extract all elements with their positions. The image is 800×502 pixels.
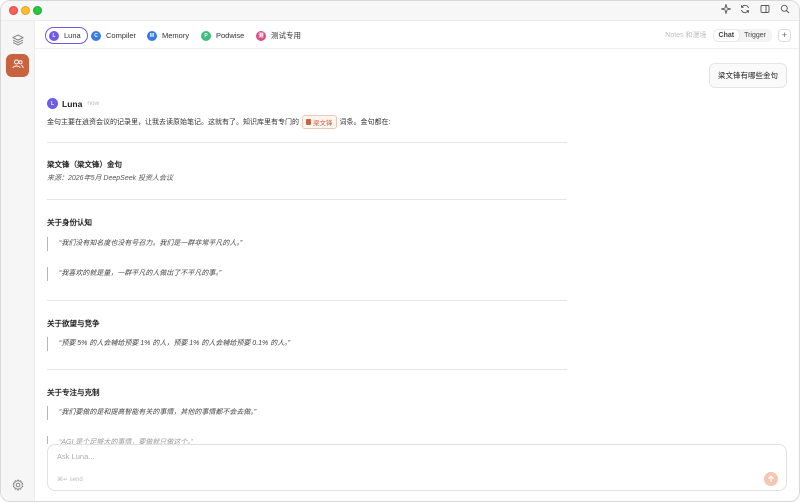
divider [47,369,567,370]
tab-label: Podwise [216,31,245,40]
quote-source: 来源：2026年5月 DeepSeek 投资人会议 [47,175,174,182]
trigger-mode-button[interactable]: Trigger [739,30,771,41]
quote-block: “我喜欢的就是量，一群平凡的人做出了不平凡的事。” [47,267,221,281]
divider [47,142,567,143]
quote-block: “我们要做的是和提高智能有关的事情，其他的事情都不会去做。” [47,406,256,420]
compiler-avatar-icon: C [91,30,101,41]
chat-area: 梁文锋有哪些金句 L Luna now 金句主要在逍资会议的记录里，让我去读原始… [35,49,799,444]
send-button[interactable] [764,472,778,486]
tab-podwise[interactable]: P Podwise [198,27,250,44]
zoom-window-button[interactable] [33,6,42,15]
sparkle-icon[interactable] [719,2,733,18]
tab-memory[interactable]: M Memory [144,27,195,44]
luna-avatar-icon: L [49,30,59,41]
tab-label: Luna [64,31,81,40]
intro-text: 金句主要在逍资会议的记录里，让我去读原始笔记。这就有了。知识库里有专门的 [47,119,299,126]
quote-block: “预要 5% 的人会辅给预要 1% 的人，预要 1% 的人会辅给预要 0.1% … [47,337,290,351]
tab-label: 测试专用 [271,31,301,40]
add-tab-button[interactable]: + [778,28,791,42]
app-window: L Luna C Compiler M Memory P Podwise 测 测… [0,0,800,502]
user-message-bubble: 梁文锋有哪些金句 [709,63,787,88]
tab-luna[interactable]: L Luna [45,27,88,44]
layers-button[interactable] [6,30,29,53]
settings-icon [12,478,24,496]
title-bar [1,1,799,21]
search-icon[interactable] [778,4,792,18]
view-controls: Notes 和漫境 Chat Trigger + [665,28,791,42]
send-shortcut-hint: ⌘↵ send [57,477,83,483]
message-composer[interactable]: Ask Luna... ⌘↵ send [47,444,787,491]
section-title: 关于身份认知 [47,218,92,227]
refresh-icon[interactable] [738,4,752,18]
arrow-up-icon [767,470,775,488]
intro-text-end: 词条。金句都在: [339,119,391,126]
quote-block: “AGI 是个足够大的事情，要做就只做这个。” [47,436,193,444]
settings-button[interactable] [6,475,29,498]
section-title: 关于专注与克制 [47,388,100,397]
sidebar-toggle-icon[interactable] [758,4,772,18]
assistant-avatar: L [47,98,58,109]
message-input[interactable]: Ask Luna... [57,452,95,461]
message-timestamp: now [87,100,100,107]
left-rail [1,21,35,501]
close-window-button[interactable] [9,6,18,15]
podwise-avatar-icon: P [201,30,211,41]
notes-label[interactable]: Notes 和漫境 [665,30,706,40]
section-title: 关于欲望与竞争 [47,319,100,328]
tab-label: Memory [162,31,190,40]
agents-button[interactable] [6,54,29,77]
knowledge-entry-chip[interactable]: 梁文锋 [302,115,337,129]
agent-tab-bar: L Luna C Compiler M Memory P Podwise 测 测… [35,21,799,49]
quote-block: “我们没有知名度也没有号召力。我们是一群非常平凡的人。” [47,237,242,251]
document-icon [306,119,311,125]
test-avatar-icon: 测 [256,30,266,41]
assistant-message-header: L Luna now [47,98,99,109]
knowledge-entry-label: 梁文锋 [313,120,333,127]
assistant-intro: 金句主要在逍资会议的记录里，让我去读原始笔记。这就有了。知识库里有专门的 梁文锋… [47,115,390,129]
tab-test[interactable]: 测 测试专用 [253,27,307,44]
divider [47,199,567,200]
memory-avatar-icon: M [147,30,157,41]
chat-mode-button[interactable]: Chat [713,29,740,41]
divider [47,300,567,301]
users-icon [12,57,24,75]
layers-icon [11,33,24,51]
minimize-window-button[interactable] [21,6,30,15]
tab-label: Compiler [106,31,137,40]
quote-heading: 梁文锋（梁文锋）金句 [47,160,122,169]
tab-compiler[interactable]: C Compiler [88,27,142,44]
view-mode-toggle: Chat Trigger [712,28,772,42]
assistant-name: Luna [62,98,83,109]
